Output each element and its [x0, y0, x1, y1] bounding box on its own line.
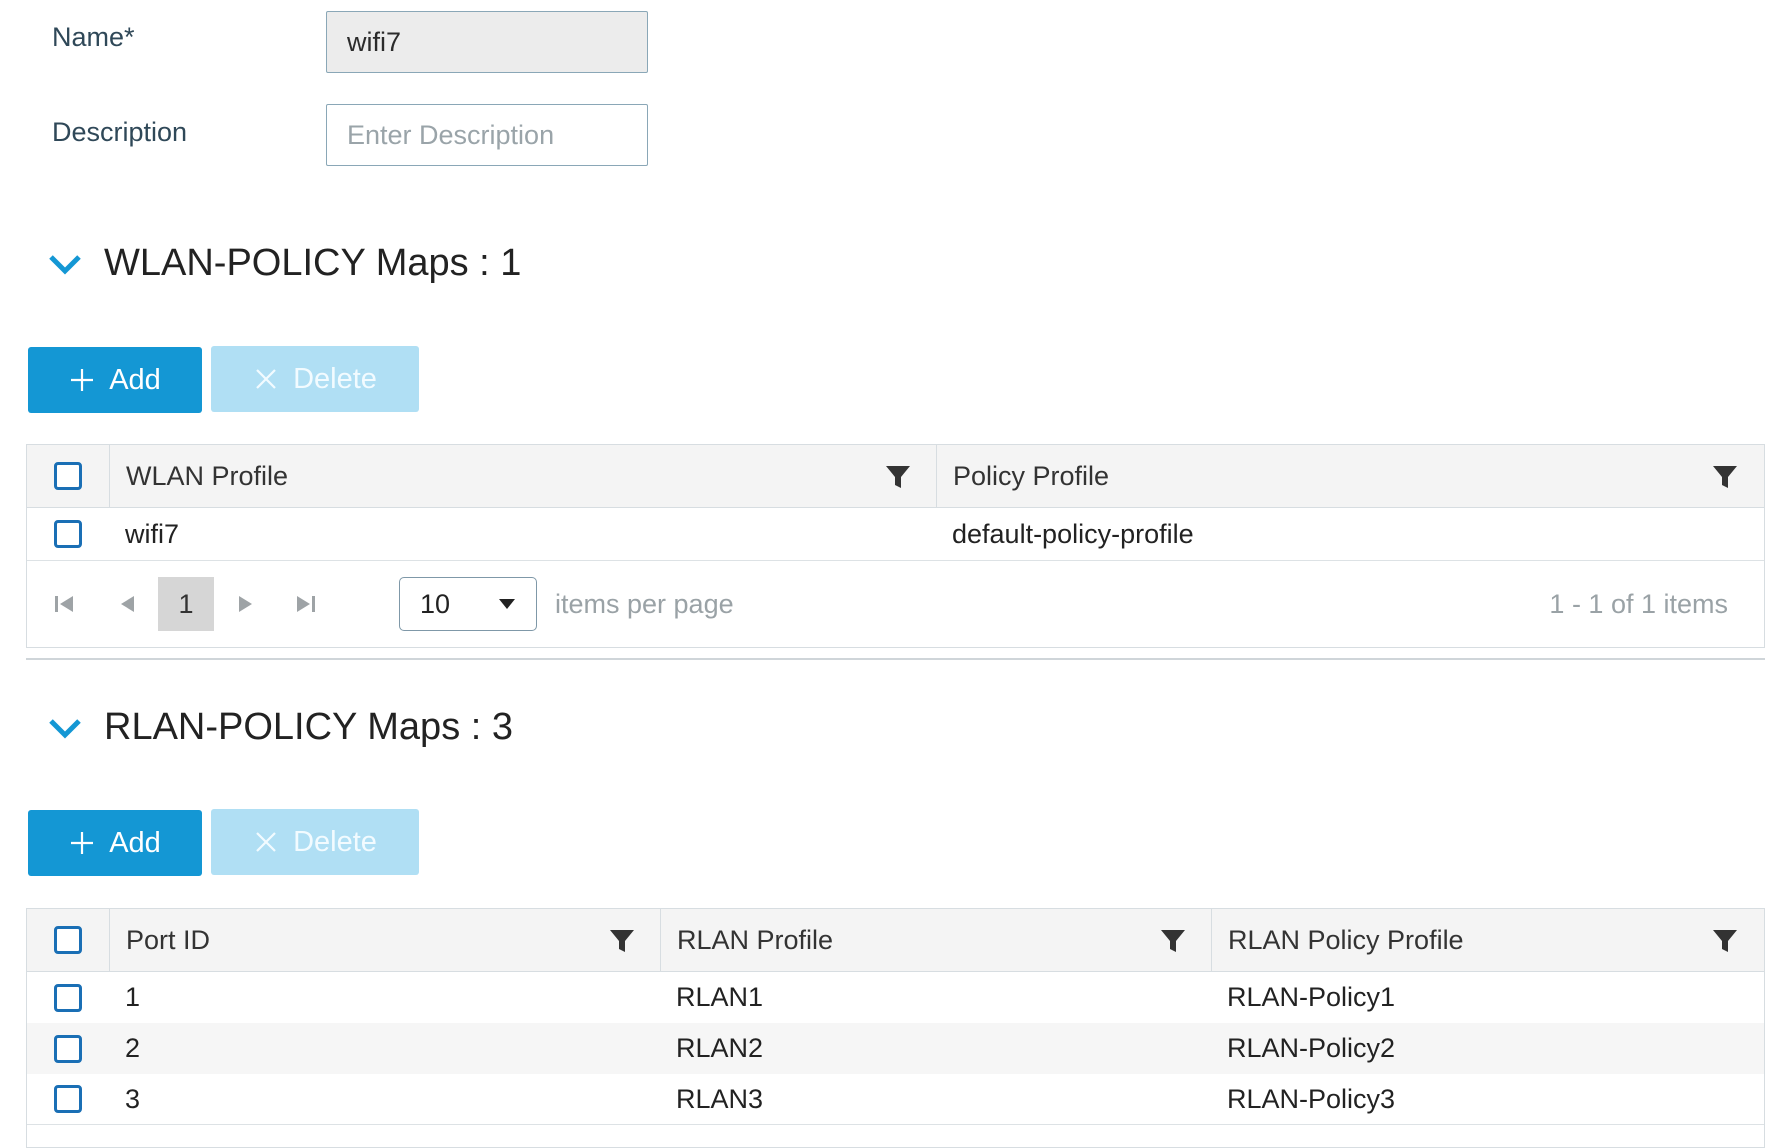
pager: 1 10 items per page 1 - 1 of 1 items: [27, 561, 1764, 647]
select-all-cell: [27, 445, 109, 507]
row-select-cell: [27, 972, 109, 1023]
select-all-checkbox[interactable]: [54, 462, 82, 490]
prev-page-icon[interactable]: [116, 593, 138, 615]
port-id-cell: 2: [125, 1033, 141, 1063]
chevron-down-icon[interactable]: [46, 245, 84, 283]
column-header-rlan-profile[interactable]: RLAN Profile: [660, 909, 1211, 971]
section-divider: [26, 658, 1765, 660]
rlan-section-title: RLAN-POLICY Maps : 3: [104, 706, 514, 748]
rlan-policy-profile-cell: RLAN-Policy1: [1227, 982, 1396, 1012]
filter-icon[interactable]: [1711, 463, 1739, 491]
plus-icon: [71, 832, 94, 854]
pager-summary: 1 - 1 of 1 items: [1549, 589, 1728, 619]
row-select-cell: [27, 508, 109, 560]
close-icon: [256, 369, 276, 389]
table-row[interactable]: 2 RLAN2 RLAN-Policy2: [27, 1023, 1764, 1074]
table-header: Port ID RLAN Profile RLAN Policy Profile: [27, 909, 1764, 972]
row-checkbox[interactable]: [54, 1085, 82, 1113]
rlan-section-header[interactable]: RLAN-POLICY Maps : 3: [46, 706, 513, 749]
filter-icon[interactable]: [1159, 927, 1187, 955]
last-page-icon[interactable]: [295, 593, 317, 615]
plus-icon: [71, 369, 94, 391]
wlan-profile-cell: wifi7: [125, 518, 180, 549]
row-checkbox[interactable]: [54, 520, 82, 548]
page-size-select[interactable]: 10: [399, 577, 537, 631]
column-header-label: RLAN Policy Profile: [1228, 924, 1464, 955]
current-page[interactable]: 1: [158, 577, 214, 631]
column-header-label: RLAN Profile: [677, 924, 834, 955]
rlan-add-label: Add: [109, 826, 161, 859]
rlan-profile-cell: RLAN2: [676, 1033, 764, 1063]
rlan-delete-button[interactable]: Delete: [211, 809, 419, 875]
wlan-delete-label: Delete: [293, 362, 377, 395]
wlan-table: WLAN Profile Policy Profile wifi7 defaul…: [26, 444, 1765, 648]
column-header-label: WLAN Profile: [126, 460, 289, 491]
column-header-label: Port ID: [126, 924, 211, 955]
rlan-delete-label: Delete: [293, 825, 377, 858]
filter-icon[interactable]: [608, 927, 636, 955]
page-size-value: 10: [420, 588, 451, 619]
wlan-add-label: Add: [109, 363, 161, 396]
rlan-profile-cell: RLAN1: [676, 982, 764, 1012]
wlan-delete-button[interactable]: Delete: [211, 346, 419, 412]
column-header-rlan-policy-profile[interactable]: RLAN Policy Profile: [1211, 909, 1763, 971]
port-id-cell: 3: [125, 1083, 141, 1114]
chevron-down-icon[interactable]: [46, 709, 84, 747]
wlan-section-header[interactable]: WLAN-POLICY Maps : 1: [46, 242, 521, 285]
column-header-policy-profile[interactable]: Policy Profile: [936, 445, 1763, 507]
column-header-port-id[interactable]: Port ID: [109, 909, 660, 971]
rlan-table: Port ID RLAN Profile RLAN Policy Profile…: [26, 908, 1765, 1148]
first-page-icon[interactable]: [53, 593, 75, 615]
filter-icon[interactable]: [884, 463, 912, 491]
next-page-icon[interactable]: [235, 593, 257, 615]
select-all-checkbox[interactable]: [54, 926, 82, 954]
dropdown-caret-icon: [499, 599, 515, 609]
rlan-add-button[interactable]: Add: [28, 810, 202, 876]
description-field[interactable]: [326, 104, 648, 166]
close-icon: [256, 832, 276, 852]
wlan-section-title: WLAN-POLICY Maps : 1: [104, 242, 522, 284]
port-id-cell: 1: [125, 982, 141, 1012]
column-header-label: Policy Profile: [953, 460, 1110, 491]
row-select-cell: [27, 1023, 109, 1074]
row-checkbox[interactable]: [54, 983, 82, 1012]
table-row[interactable]: 3 RLAN3 RLAN-Policy3: [27, 1074, 1764, 1125]
wlan-add-button[interactable]: Add: [28, 347, 202, 413]
rlan-policy-profile-cell: RLAN-Policy2: [1227, 1033, 1396, 1063]
column-header-wlan-profile[interactable]: WLAN Profile: [109, 445, 936, 507]
table-row[interactable]: 1 RLAN1 RLAN-Policy1: [27, 972, 1764, 1023]
items-per-page-label: items per page: [555, 589, 734, 619]
name-label: Name*: [52, 22, 135, 52]
row-select-cell: [27, 1074, 109, 1124]
filter-icon[interactable]: [1711, 927, 1739, 955]
policy-profile-cell: default-policy-profile: [952, 518, 1194, 549]
table-header: WLAN Profile Policy Profile: [27, 445, 1764, 508]
rlan-policy-profile-cell: RLAN-Policy3: [1227, 1083, 1396, 1114]
rlan-profile-cell: RLAN3: [676, 1083, 764, 1114]
row-checkbox[interactable]: [54, 1034, 82, 1063]
select-all-cell: [27, 909, 109, 971]
table-row[interactable]: wifi7 default-policy-profile: [27, 508, 1764, 561]
description-label: Description: [52, 117, 188, 147]
name-field[interactable]: [326, 11, 648, 73]
